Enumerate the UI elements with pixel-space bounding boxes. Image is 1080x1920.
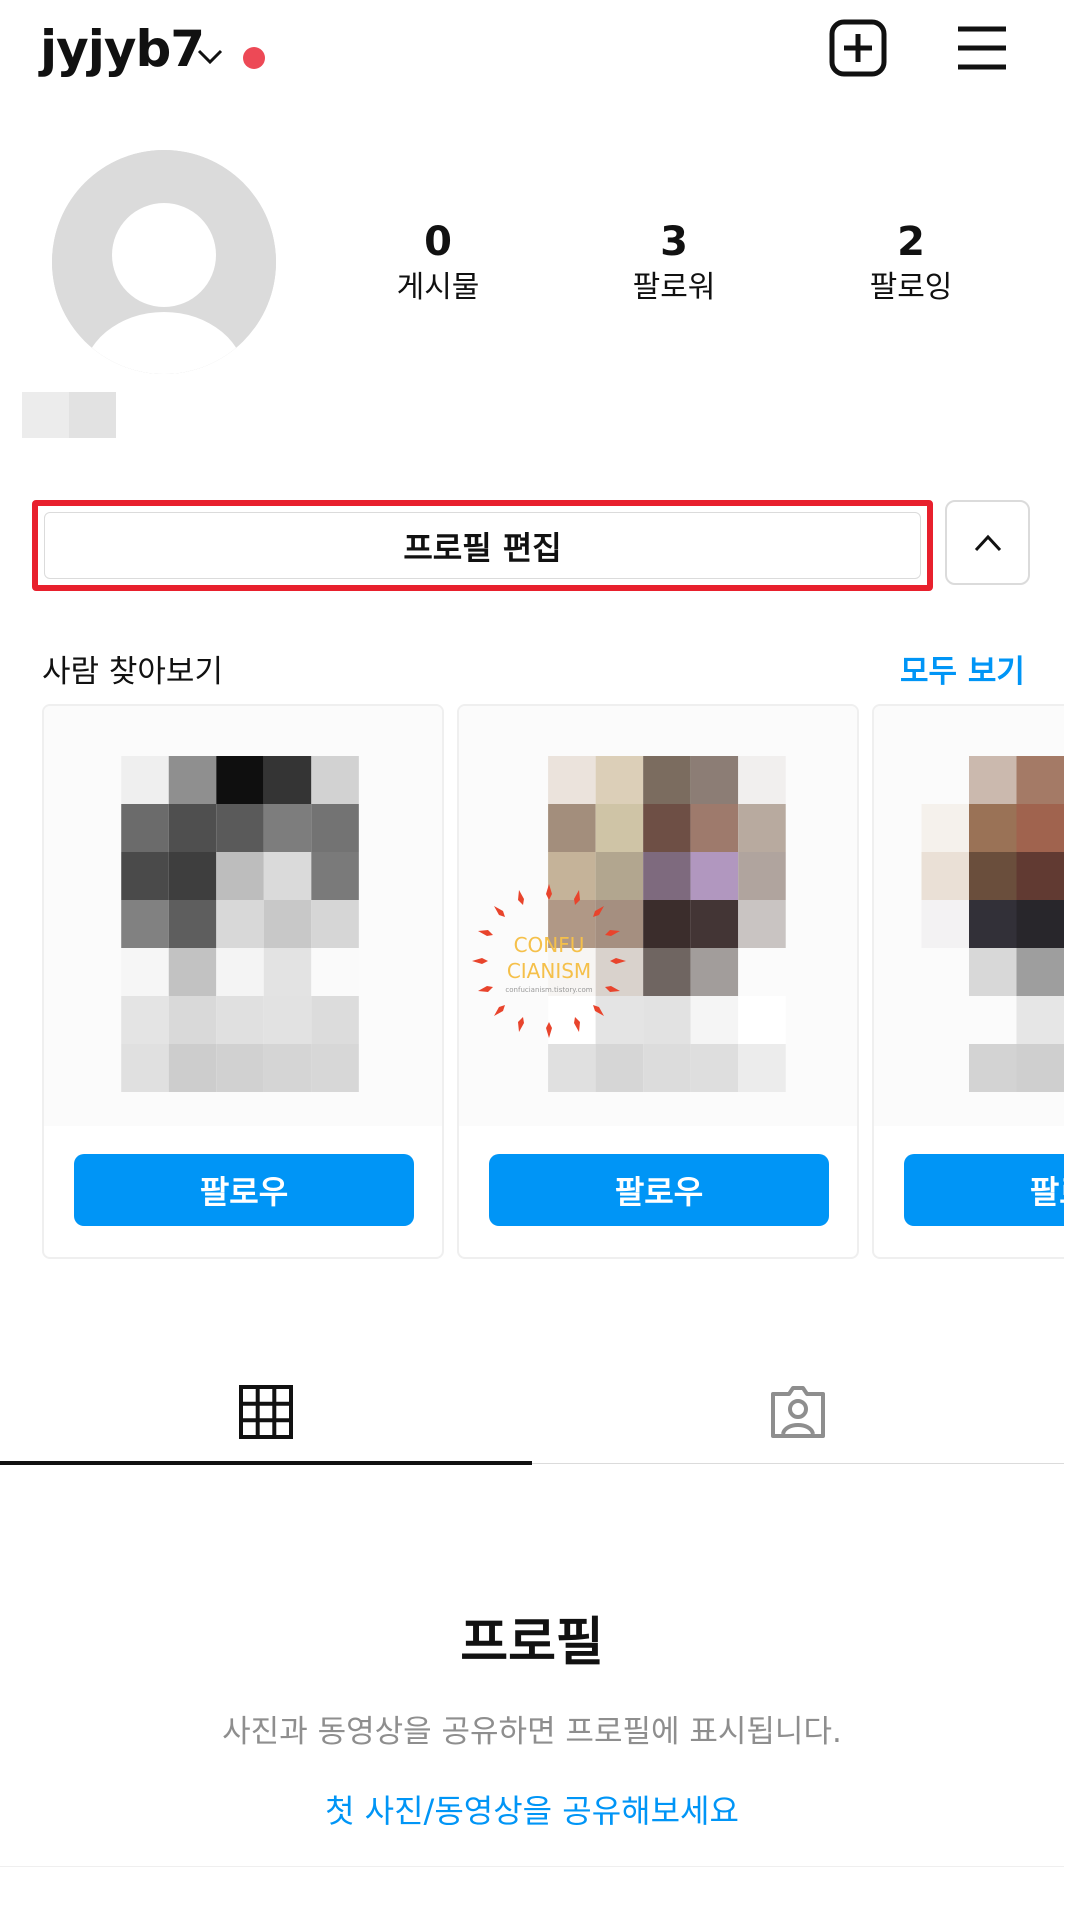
follow-button[interactable]: 팔로우	[74, 1154, 414, 1226]
divider	[0, 1866, 1064, 1867]
active-tab-indicator	[0, 1461, 532, 1465]
watermark-line3: confucianism.tistory.com	[505, 986, 592, 994]
highlight-box: 프로필 편집	[32, 500, 933, 591]
tagged-person-icon	[771, 1386, 825, 1438]
followers-count: 3	[660, 219, 688, 265]
edit-profile-button[interactable]: 프로필 편집	[44, 512, 921, 579]
tab-divider	[532, 1463, 1064, 1464]
follow-button[interactable]: 팔로우	[904, 1154, 1064, 1226]
grid-icon	[239, 1385, 293, 1439]
posts-stat[interactable]: 0 게시물	[338, 218, 538, 308]
chevron-up-icon	[974, 534, 1001, 551]
posts-label: 게시물	[396, 270, 480, 305]
suggestion-photo-redacted	[44, 706, 442, 1126]
suggestion-photo-redacted	[874, 706, 1064, 1126]
chevron-down-icon[interactable]	[196, 44, 224, 68]
watermark-sunburst-icon: CONFU CIANISM confucianism.tistory.com	[472, 884, 626, 1038]
tab-posts-grid[interactable]	[0, 1360, 532, 1464]
new-post-icon[interactable]	[828, 18, 888, 78]
watermark-logo: CONFU CIANISM confucianism.tistory.com	[468, 880, 630, 1042]
followers-stat[interactable]: 3 팔로워	[574, 218, 774, 308]
tab-tagged[interactable]	[532, 1360, 1064, 1464]
notification-dot	[243, 47, 265, 69]
following-label: 팔로잉	[869, 270, 953, 305]
suggestion-card[interactable]: 팔로우	[872, 704, 1064, 1259]
default-avatar-icon	[52, 150, 276, 374]
collapse-suggestions-button[interactable]	[945, 500, 1030, 585]
followers-label: 팔로워	[632, 270, 716, 305]
following-stat[interactable]: 2 팔로잉	[811, 218, 1011, 308]
discover-people-title: 사람 찾아보기	[42, 654, 223, 690]
follow-button[interactable]: 팔로우	[489, 1154, 829, 1226]
display-name-redacted	[22, 392, 116, 438]
suggestion-card[interactable]: 팔로우	[42, 704, 444, 1259]
posts-count: 0	[424, 219, 452, 265]
following-count: 2	[897, 219, 925, 265]
share-first-post-link[interactable]: 첫 사진/동영상을 공유해보세요	[0, 1786, 1064, 1832]
avatar[interactable]	[52, 150, 276, 374]
watermark-line2: CIANISM	[507, 959, 591, 983]
username[interactable]: jyjyb7	[40, 20, 205, 78]
see-all-link[interactable]: 모두 보기	[900, 646, 1025, 691]
empty-state-description: 사진과 동영상을 공유하면 프로필에 표시됩니다.	[222, 1714, 842, 1750]
empty-state-title: 프로필	[460, 1613, 604, 1673]
menu-icon[interactable]	[956, 22, 1008, 74]
watermark-line1: CONFU	[514, 933, 585, 957]
